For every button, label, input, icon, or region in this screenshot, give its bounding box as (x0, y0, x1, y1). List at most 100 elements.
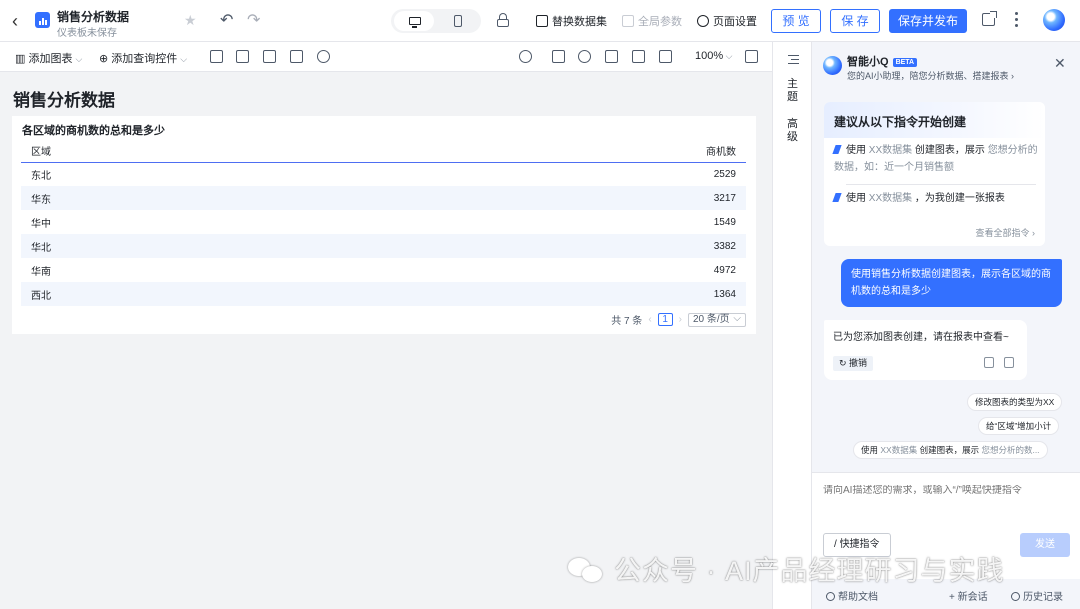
add-chart-label: 添加图表 (28, 53, 73, 65)
undo-button[interactable]: ↻ 撤销 (833, 356, 874, 371)
bar-chart-icon: ▥ (15, 53, 29, 65)
desktop-view-button[interactable] (394, 11, 434, 31)
suggestion-placeholder: ，如：近一个月销售额 (854, 162, 954, 173)
outline-icon[interactable] (788, 55, 799, 64)
editor-toolbar: ▥ 添加图表 ⌵ ⊕ 添加查询控件 ⌵ 100% ⌵ (0, 42, 772, 72)
redo-icon[interactable]: ↷ (247, 10, 260, 30)
suggestion-item[interactable]: 使用 XX数据集 创建图表，展示 您想分析的数据，如：近一个月销售额 (832, 142, 1038, 176)
page-title: 销售分析数据 (13, 91, 115, 110)
tab-component-icon[interactable] (236, 50, 249, 63)
page-settings-button[interactable]: 页面设置 (697, 13, 757, 29)
quick-suggestion-chip[interactable]: 给“区域”增加小计 (978, 417, 1060, 435)
table-row: 华南 4972 (21, 258, 746, 282)
ai-assistant-panel: 智能小Q BETA 您的AI小助理，陪您分析数据、搭建报表 › ✕ 建议从以下指令… (811, 42, 1080, 609)
back-icon[interactable]: ‹ (12, 11, 28, 31)
palette-icon[interactable] (632, 50, 645, 63)
side-tab-strip: 主题 高级 (772, 42, 811, 609)
suggestion-card: 建议从以下指令开始创建 使用 XX数据集 创建图表，展示 您想分析的数据，如：近… (824, 102, 1045, 246)
document-icon (622, 15, 634, 27)
prev-page-icon[interactable]: ‹ (648, 314, 651, 325)
history-button[interactable]: 历史记录 (1011, 588, 1063, 603)
chevron-right-icon: › (1032, 228, 1035, 238)
image-icon[interactable] (290, 50, 303, 63)
preview-button[interactable]: 预 览 (771, 9, 821, 33)
add-query-control-button[interactable]: ⊕ 添加查询控件 ⌵ (99, 50, 187, 66)
share-icon[interactable] (982, 11, 997, 26)
gauge-icon[interactable] (578, 50, 591, 63)
table-row: 华东 3217 (21, 186, 746, 210)
suggestion-item[interactable]: 使用 XX数据集 ，为我创建一张报表 (832, 190, 1038, 207)
tab-advanced[interactable]: 高级 (787, 118, 799, 144)
link-icon[interactable] (317, 50, 330, 63)
chip-placeholder: XX数据集 (880, 445, 918, 455)
user-message: 使用销售分析数据创建图表，展示各区域的商机数的总和是多少 (841, 259, 1062, 307)
page-number-button[interactable]: 1 (657, 313, 673, 326)
magic-icon[interactable] (519, 50, 532, 63)
assistant-message: 已为您添加图表创建，请在报表中查看~ ↻ 撤销 (824, 320, 1027, 380)
thumbs-up-icon[interactable] (984, 357, 994, 368)
assistant-name-text: 智能小Q (847, 56, 889, 68)
thumbs-down-icon[interactable] (1004, 357, 1014, 368)
more-icon[interactable] (1015, 12, 1019, 28)
filter-icon[interactable] (210, 50, 223, 63)
cell-region: 华中 (31, 218, 51, 230)
close-icon[interactable]: ✕ (1054, 56, 1066, 70)
table-chart-card[interactable]: 各区域的商机数的总和是多少 区域 商机数 东北 2529 华东 3217 华中 154… (12, 116, 756, 334)
send-button[interactable]: 发送 (1020, 533, 1070, 557)
quick-suggestion-chip[interactable]: 修改图表的类型为XX (967, 393, 1063, 411)
suggestion-title: 建议从以下指令开始创建 (834, 115, 967, 129)
column-header-region[interactable]: 区域 (21, 140, 344, 163)
divider (846, 184, 1036, 185)
chip-text: 使用 (861, 445, 881, 455)
dashboard-canvas: 销售分析数据 各区域的商机数的总和是多少 区域 商机数 东北 2529 华东 321… (0, 72, 772, 609)
pagination: 共 7 条 ‹ 1 › 20 条/页 (611, 312, 746, 327)
suggestion-text: ，为我创建一张报表 (912, 193, 1005, 204)
text-icon[interactable] (263, 50, 276, 63)
zoom-select[interactable]: 100% ⌵ (695, 50, 732, 62)
new-chat-button[interactable]: + 新会话 (949, 588, 988, 603)
assistant-tagline[interactable]: 您的AI小助理，陪您分析数据、搭建报表 › (847, 69, 1014, 82)
cell-region: 东北 (31, 170, 51, 182)
pen-icon (832, 193, 842, 202)
page-size-select[interactable]: 20 条/页 (688, 312, 746, 327)
table-header-row: 区域 商机数 (21, 140, 746, 163)
undo-icon[interactable]: ↶ (220, 10, 233, 30)
report-icon[interactable] (552, 50, 565, 63)
checklist-icon[interactable] (659, 50, 672, 63)
global-params-button[interactable]: 全局参数 (622, 13, 682, 29)
dashboard-title[interactable]: 销售分析数据 (57, 8, 129, 25)
ai-assistant-icon[interactable] (1043, 9, 1065, 31)
undo-label: 撤销 (849, 358, 868, 368)
table-row: 西北 1364 (21, 282, 746, 306)
keyboard-icon[interactable] (745, 50, 758, 63)
column-header-opportunities[interactable]: 商机数 (343, 140, 746, 163)
suggestion-placeholder: XX数据集 (868, 145, 913, 156)
mobile-icon[interactable] (454, 15, 462, 27)
history-label: 历史记录 (1023, 592, 1063, 603)
cell-region: 华北 (21, 234, 344, 258)
add-query-control-label: 添加查询控件 (111, 53, 178, 65)
building-icon[interactable] (605, 50, 618, 63)
tab-theme[interactable]: 主题 (787, 78, 799, 104)
replace-dataset-button[interactable]: 替换数据集 (536, 13, 607, 29)
chevron-down-icon: ⌵ (180, 54, 188, 64)
save-status: 仪表板未保存 (57, 28, 117, 39)
quick-suggestion-chip[interactable]: 使用 XX数据集 创建图表，展示 您想分析的数... (853, 441, 1048, 459)
save-publish-button[interactable]: 保存并发布 (889, 9, 967, 33)
help-docs-link[interactable]: 帮助文档 (826, 588, 878, 603)
search-icon: ⊕ (99, 53, 112, 65)
suggestion-placeholder: XX数据集 (868, 193, 913, 204)
new-chat-label: 新会话 (957, 592, 988, 603)
view-all-commands-link[interactable]: 查看全部指令 › (975, 226, 1035, 239)
next-page-icon[interactable]: › (679, 314, 682, 325)
chat-input[interactable] (823, 485, 1068, 496)
dashboard-icon (35, 12, 50, 28)
add-chart-button[interactable]: ▥ 添加图表 ⌵ (15, 50, 82, 66)
cell-value: 1364 (343, 282, 746, 306)
page-settings-label: 页面设置 (713, 16, 757, 28)
data-table: 区域 商机数 东北 2529 华东 3217 华中 1549 华北 3382 华南 497… (21, 140, 746, 306)
cell-region: 西北 (21, 282, 344, 306)
star-icon[interactable]: ★ (184, 12, 197, 29)
lock-icon[interactable] (497, 13, 509, 27)
save-button[interactable]: 保 存 (830, 9, 880, 33)
